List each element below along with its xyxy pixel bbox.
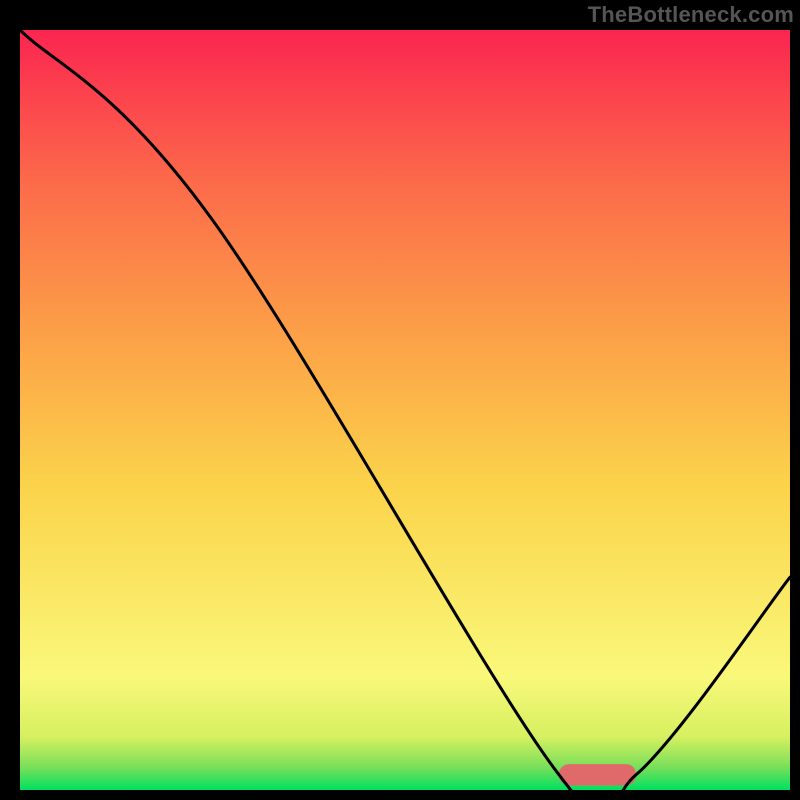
chart-frame: TheBottleneck.com: [0, 0, 800, 800]
plot-area: [20, 30, 790, 790]
bottleneck-chart-svg: [20, 30, 790, 790]
optimal-range-marker: [559, 764, 636, 785]
gradient-background: [20, 30, 790, 790]
watermark-text: TheBottleneck.com: [588, 2, 794, 28]
